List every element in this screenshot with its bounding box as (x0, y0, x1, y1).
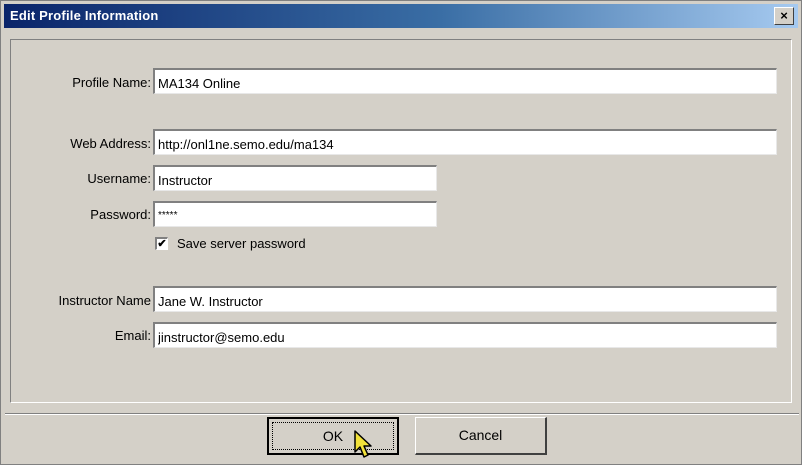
cancel-button[interactable]: Cancel (415, 417, 547, 455)
instructor-name-input[interactable] (153, 286, 777, 312)
instructor-name-label: Instructor Name (58, 293, 151, 308)
profile-name-label: Profile Name: (72, 75, 151, 90)
title-bar[interactable]: Edit Profile Information × (4, 4, 798, 28)
web-address-input[interactable] (153, 129, 777, 155)
email-label: Email: (114, 328, 151, 343)
save-password-checkbox[interactable]: ✔ (155, 237, 168, 250)
username-label: Username: (87, 171, 151, 186)
mouse-pointer-icon (354, 430, 372, 458)
button-separator (5, 413, 799, 415)
username-input[interactable] (153, 165, 437, 191)
ok-button[interactable]: OK (267, 417, 399, 455)
save-password-label[interactable]: Save server password (177, 236, 306, 251)
password-label: Password: (90, 207, 151, 222)
cancel-button-label: Cancel (458, 427, 503, 443)
focus-rectangle (272, 422, 394, 450)
edit-profile-dialog: Edit Profile Information × Profile Name:… (0, 0, 802, 465)
profile-name-input[interactable] (153, 68, 777, 94)
password-input[interactable] (153, 201, 437, 227)
checkmark-icon: ✔ (157, 238, 167, 250)
dialog-title: Edit Profile Information (10, 8, 159, 23)
close-button[interactable]: × (774, 7, 794, 25)
close-icon: × (780, 8, 788, 23)
web-address-label: Web Address: (70, 136, 151, 151)
email-input[interactable] (153, 322, 777, 348)
